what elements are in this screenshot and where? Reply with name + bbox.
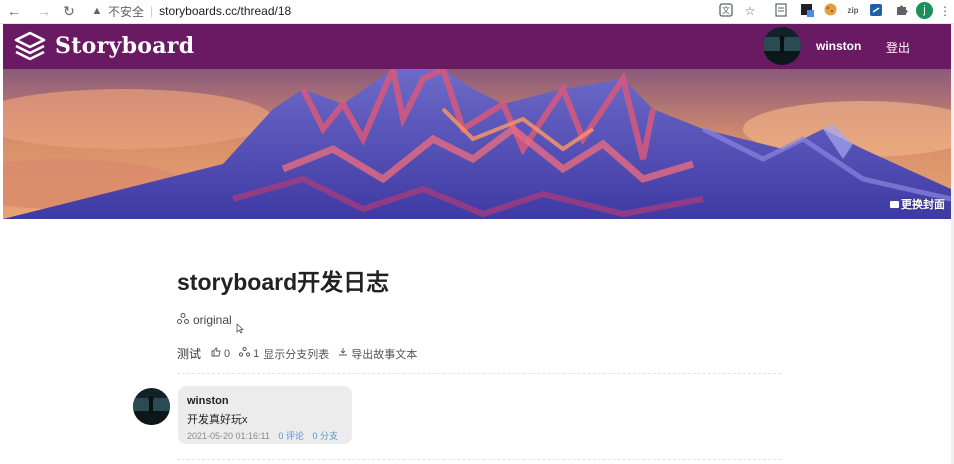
export-button[interactable]: 导出故事文本 [338,346,417,362]
thread-meta: 测试 0 1 显示分支列表 导出故事文本 [177,345,426,362]
logout-button[interactable]: 登出 [886,39,910,56]
like-button[interactable]: 0 [211,347,230,360]
box-icon[interactable] [799,3,815,19]
branch-name: original [193,313,232,327]
user-name[interactable]: winston [816,39,861,53]
branch-count: 1 [253,347,260,360]
menu-icon[interactable]: ⋮ [937,3,953,19]
export-label: 导出故事文本 [351,348,418,361]
address-bar[interactable]: ▲ 不安全 | storyboards.cc/thread/18 [90,2,292,20]
svg-text:文: 文 [722,5,730,15]
storyboard-logo-icon[interactable] [13,31,47,61]
thread-content: storyboard开发日志 original 测试 0 1 显示分支列表 导出… [3,219,951,464]
show-branches-button[interactable]: 1 显示分支列表 [239,346,329,362]
thumbs-up-icon [211,347,221,360]
star-icon[interactable]: ☆ [742,3,758,19]
branch-icon [239,346,251,360]
puzzle-icon[interactable] [893,3,909,19]
image-icon [890,200,899,208]
warning-icon: ▲ [91,5,103,17]
user-avatar[interactable] [763,27,801,65]
comment-replies-link[interactable]: 0 评论 [278,431,304,441]
show-branches-label: 显示分支列表 [263,348,330,361]
zip-icon[interactable]: zip [845,3,861,19]
reload-button[interactable]: ↻ [61,3,77,19]
comment-meta: 2021-05-20 01:16:11 0 评论 0 分支 [187,429,338,442]
divider [177,373,781,374]
back-button[interactable]: ← [6,3,22,19]
comment-avatar[interactable] [133,388,170,425]
forward-button[interactable]: → [36,3,52,19]
cover-image: 更换封面 [3,69,951,219]
download-icon [338,347,348,360]
s-icon[interactable] [868,3,884,19]
divider [177,459,781,460]
branch-icon [177,313,189,327]
doc-icon[interactable] [773,3,789,19]
comment-author[interactable]: winston [187,395,229,407]
translate-icon[interactable]: 文 [718,3,734,19]
profile-avatar[interactable]: j [916,2,933,19]
security-label: 不安全 [108,4,145,19]
comment-timestamp: 2021-05-20 01:16:11 [187,431,270,441]
thread-tag[interactable]: 测试 [177,345,201,362]
address-separator: | [150,4,154,18]
brand-name[interactable]: Storyboard [55,33,194,59]
mouse-cursor-icon [236,323,244,336]
comment-branches-link[interactable]: 0 分支 [312,431,338,441]
comment-card[interactable]: winston 开发真好玩x 2021-05-20 01:16:11 0 评论 … [178,386,352,444]
change-cover-button[interactable]: 更换封面 [890,196,945,212]
change-cover-label: 更换封面 [901,199,945,211]
like-count: 0 [224,347,231,360]
app-header: Storyboard winston 登出 [3,24,951,69]
cookie-icon[interactable] [822,3,838,19]
browser-toolbar: ← → ↻ ▲ 不安全 | storyboards.cc/thread/18 文… [0,0,954,24]
comment-text: 开发真好玩x [187,414,248,426]
url-text: storyboards.cc/thread/18 [159,4,292,18]
branch-selector[interactable]: original [177,313,232,327]
thread-title: storyboard开发日志 [177,269,390,295]
